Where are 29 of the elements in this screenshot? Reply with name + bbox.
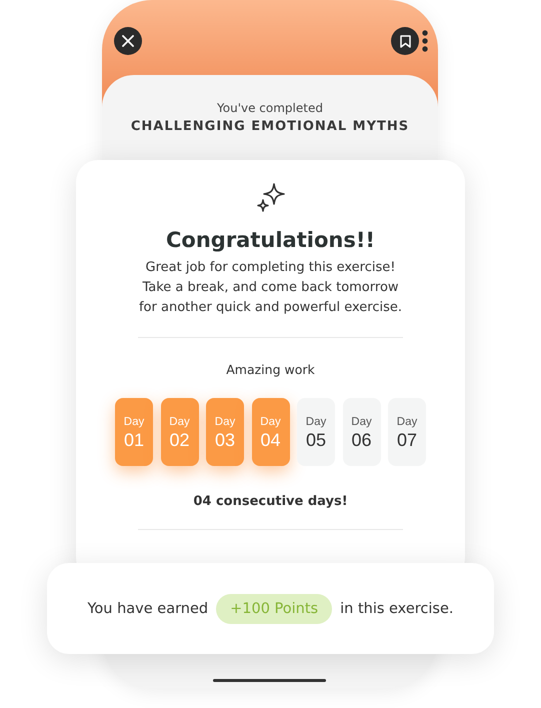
day-number: 05 <box>306 430 326 450</box>
congrats-title: Congratulations!! <box>166 228 375 252</box>
subtitle: You've completed <box>217 101 323 115</box>
day-label: Day <box>124 416 144 428</box>
more-icon[interactable] <box>422 30 428 52</box>
day-label: Day <box>214 416 236 428</box>
close-button[interactable] <box>114 27 142 55</box>
day-number: 03 <box>214 430 236 450</box>
day-label: Day <box>260 416 281 428</box>
close-icon <box>122 35 134 47</box>
congrats-message: Great job for completing this exercise! Take a break, and come back tomorrow for another quick and powerful exercise. <box>138 259 403 317</box>
exercise-title: CHALLENGING EMOTIONAL MYTHS <box>130 119 410 134</box>
day-number: 02 <box>169 430 190 450</box>
bookmark-icon <box>400 34 410 48</box>
reward-text: You have earned <box>88 600 208 616</box>
streak-summary: 04 consecutive days! <box>193 494 348 509</box>
day-label: Day <box>306 416 326 428</box>
day-label: Day <box>351 416 372 428</box>
bookmark-button[interactable] <box>391 27 419 55</box>
sparkle-icon <box>256 182 286 214</box>
day-number: 04 <box>260 430 281 450</box>
day-label: Day <box>169 416 190 428</box>
day-number: 07 <box>396 430 418 450</box>
streak-heading: Amazing work <box>226 362 315 377</box>
day-number: 01 <box>124 430 144 450</box>
points-badge: +100 Points <box>216 594 332 624</box>
reward-text: in this exercise. <box>340 600 454 616</box>
day-number: 06 <box>351 430 372 450</box>
day-label: Day <box>396 416 418 428</box>
